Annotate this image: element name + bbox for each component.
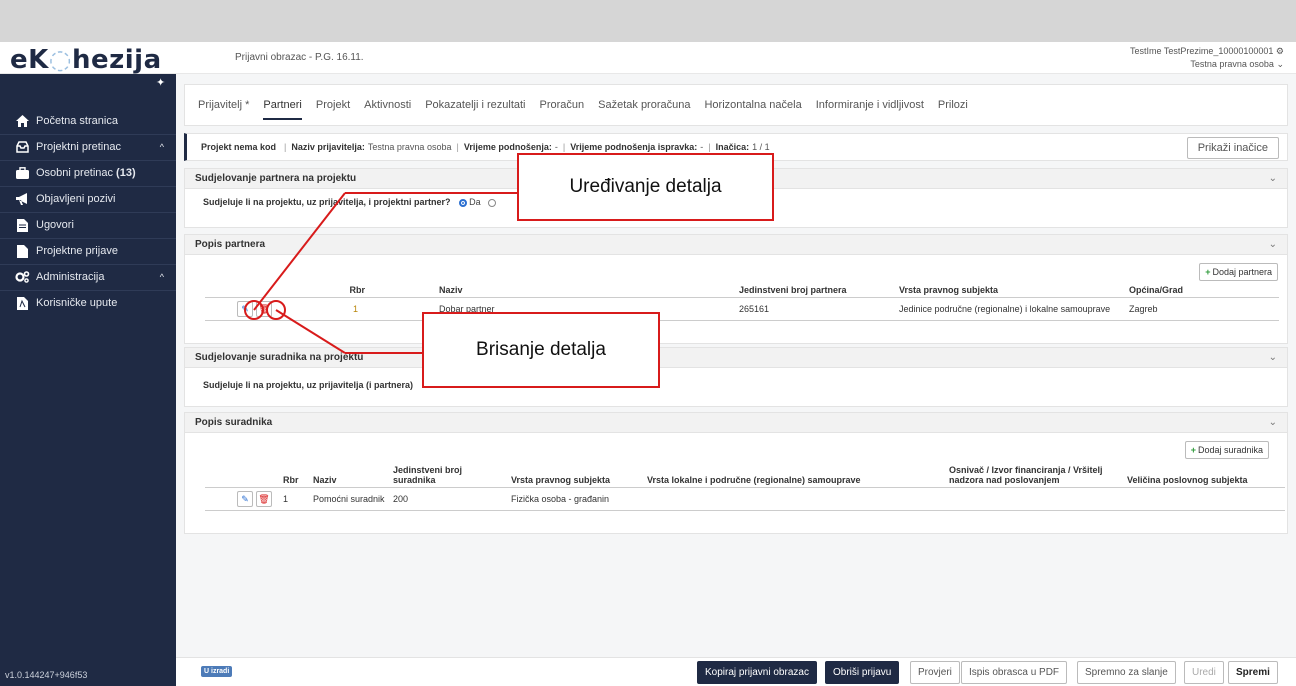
chevron-down-icon[interactable]: ⌄	[1269, 235, 1277, 255]
sidebar-item-projektne-prijave[interactable]: Projektne prijave	[0, 238, 176, 264]
add-partner-button[interactable]: + Dodaj partnera	[1199, 263, 1278, 281]
app-version: v1.0.144247+946f53	[5, 670, 88, 680]
cogs-icon	[12, 271, 32, 283]
tab-partneri[interactable]: Partneri	[256, 84, 309, 126]
pencil-icon: ✎	[241, 303, 249, 314]
panel-title: Sudjelovanje suradnika na projektu	[195, 352, 364, 363]
plus-icon: +	[1205, 267, 1211, 277]
panel-title: Sudjelovanje partnera na projektu	[195, 173, 357, 184]
pdf-icon	[12, 296, 32, 310]
radio-da[interactable]	[459, 198, 468, 207]
app-logo[interactable]: eK◌hezija	[10, 45, 162, 75]
table-row: ✎ 🗑 1 Dobar partner 265161 Jedinice podru…	[205, 297, 1279, 321]
sidebar-item-administracija[interactable]: Administracija ^	[0, 264, 176, 290]
tab-pokazatelji[interactable]: Pokazatelji i rezultati	[418, 84, 532, 126]
footer-toolbar: U izradi Kopiraj prijavni obrazac Obriši…	[176, 657, 1296, 686]
applicant-value: Testna pravna osoba	[367, 142, 452, 152]
tab-projekt[interactable]: Projekt	[309, 84, 357, 126]
copy-form-button[interactable]: Kopiraj prijavni obrazac	[697, 661, 817, 684]
sidebar: ✦ Početna stranica Projektni pretinac ^ …	[0, 74, 176, 686]
check-button[interactable]: Provjeri	[910, 661, 960, 684]
delete-application-button[interactable]: Obriši prijavu	[825, 661, 900, 684]
trash-icon: 🗑	[258, 493, 270, 504]
status-badge: U izradi	[201, 666, 233, 677]
top-gray-strip	[0, 0, 1296, 42]
tab-aktivnosti[interactable]: Aktivnosti	[357, 84, 418, 126]
tab-sazetak-proracuna[interactable]: Sažetak proračuna	[591, 84, 697, 126]
project-code: Projekt nema kod	[201, 142, 277, 152]
show-versions-button[interactable]: Prikaži inačice	[1186, 137, 1279, 159]
delete-button[interactable]: 🗑	[256, 491, 272, 507]
print-pdf-button[interactable]: Ispis obrasca u PDF	[961, 661, 1068, 684]
sidebar-item-ugovori[interactable]: Ugovori	[0, 212, 176, 238]
inbox-icon	[12, 141, 32, 153]
panel-title: Popis partnera	[195, 239, 266, 250]
gear-icon[interactable]: ⚙	[1276, 46, 1284, 56]
add-collaborator-button[interactable]: + Dodaj suradnika	[1184, 441, 1269, 459]
collab-participation-panel: Sudjelovanje suradnika na projektu ⌄ Sudj…	[184, 347, 1288, 407]
save-button[interactable]: Spremi	[1228, 661, 1278, 684]
chevron-down-icon[interactable]: ⌄	[1269, 169, 1277, 189]
delete-button[interactable]: 🗑	[256, 301, 272, 317]
collab-list-panel: Popis suradnika ⌄ + Dodaj suradnika Rbr Na…	[184, 412, 1288, 534]
sidebar-item-home[interactable]: Početna stranica	[0, 108, 176, 134]
pin-icon[interactable]: ✦	[156, 76, 165, 89]
tab-prilozi[interactable]: Prilozi	[931, 84, 975, 126]
chevron-down-icon[interactable]: ⌄	[1269, 413, 1277, 433]
home-icon	[12, 115, 32, 127]
user-menu[interactable]: TestIme TestPrezime_10000100001 ⚙ Testna…	[1130, 45, 1284, 71]
partners-list-panel: Popis partnera ⌄ + Dodaj partnera Rbr Nazi…	[184, 234, 1288, 344]
chevron-down-icon: ⌄	[1276, 59, 1284, 69]
tab-bar: Prijavitelj * Partneri Projekt Aktivnost…	[184, 84, 1288, 126]
megaphone-icon	[12, 193, 32, 205]
chevron-down-icon[interactable]: ⌄	[1269, 348, 1277, 368]
edit-button[interactable]: ✎	[237, 491, 253, 507]
sidebar-item-osobni-pretinac[interactable]: Osobni pretinac (13)	[0, 160, 176, 186]
partners-table: Rbr Naziv Jedinstveni broj partnera Vrst…	[205, 283, 1279, 321]
sidebar-item-projektni-pretinac[interactable]: Projektni pretinac ^	[0, 134, 176, 160]
document-icon	[12, 218, 32, 232]
sidebar-item-korisnicke-upute[interactable]: Korisničke upute	[0, 290, 176, 316]
caret-up-icon: ^	[159, 142, 164, 152]
user-org: Testna pravna osoba	[1190, 59, 1274, 69]
tab-proracun[interactable]: Proračun	[533, 84, 592, 126]
tab-informiranje[interactable]: Informiranje i vidljivost	[809, 84, 931, 126]
form-title: Prijavni obrazac - P.G. 16.11.	[235, 52, 364, 63]
pencil-icon: ✎	[241, 493, 249, 504]
trash-icon: 🗑	[258, 303, 270, 314]
caret-up-icon: ^	[159, 272, 164, 282]
tab-prijavitelj[interactable]: Prijavitelj *	[191, 84, 256, 126]
delete-details-callout: Brisanje detalja	[422, 312, 660, 388]
panel-title: Popis suradnika	[195, 417, 273, 428]
sidebar-item-objavljeni-pozivi[interactable]: Objavljeni pozivi	[0, 186, 176, 212]
edit-details-callout: Uređivanje detalja	[517, 153, 774, 221]
edit-button[interactable]: ✎	[237, 301, 253, 317]
edit-form-button[interactable]: Uredi	[1184, 661, 1224, 684]
user-name: TestIme TestPrezime_10000100001	[1129, 46, 1274, 56]
tab-horizontalna-nacela[interactable]: Horizontalna načela	[697, 84, 808, 126]
briefcase-icon	[12, 167, 32, 179]
table-row: ✎ 🗑 1 Pomoćni suradnik 200 Fizička osoba …	[205, 487, 1285, 511]
ready-to-send-button[interactable]: Spremno za slanje	[1077, 661, 1176, 684]
collaborators-table: Rbr Naziv Jedinstveni broj suradnika Vrs…	[205, 463, 1285, 511]
app-header: eK◌hezija Prijavni obrazac - P.G. 16.11.…	[0, 42, 1296, 75]
plus-icon: +	[1190, 445, 1196, 455]
radio-ne[interactable]	[488, 198, 497, 207]
file-icon	[12, 244, 32, 258]
